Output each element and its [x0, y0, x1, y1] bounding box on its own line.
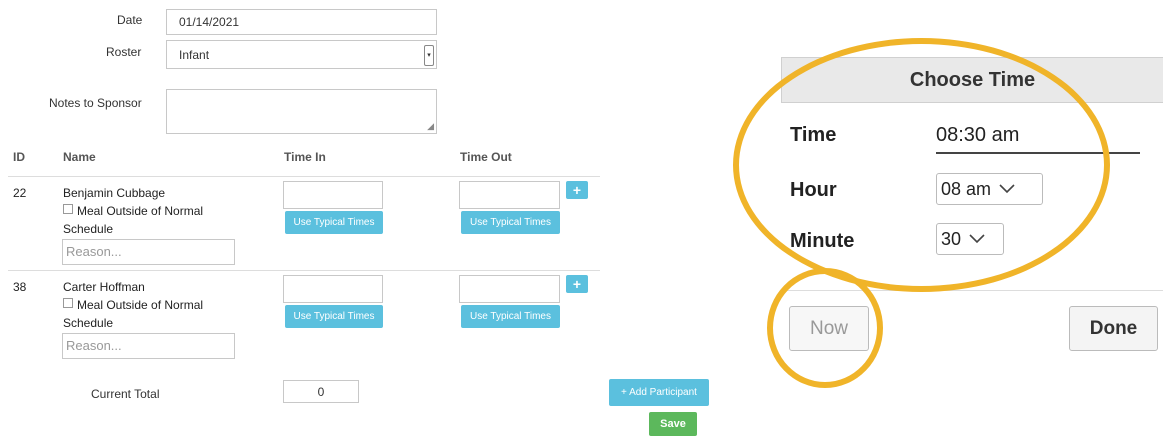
use-typical-times-out-button[interactable]: Use Typical Times: [461, 211, 560, 234]
meal-outside-label-cont: Schedule: [63, 316, 114, 330]
time-out-input[interactable]: [459, 181, 560, 209]
time-in-input[interactable]: [283, 275, 383, 303]
meal-outside-checkbox-row[interactable]: Meal Outside of Normal: [63, 298, 203, 312]
add-participant-button[interactable]: + Add Participant: [609, 379, 709, 406]
highlight-circle-time-fields: [733, 38, 1110, 292]
notes-label: Notes to Sponsor: [49, 96, 142, 110]
meal-outside-label: Meal Outside of Normal: [77, 298, 204, 312]
col-header-name: Name: [63, 150, 96, 164]
time-out-input[interactable]: [459, 275, 560, 303]
col-header-time-in: Time In: [284, 150, 326, 164]
row-id: 22: [13, 186, 27, 200]
participant-name: Carter Hoffman: [63, 280, 145, 294]
date-input[interactable]: [166, 9, 437, 35]
add-time-button[interactable]: +: [566, 181, 588, 199]
use-typical-times-out-button[interactable]: Use Typical Times: [461, 305, 560, 328]
col-header-id: ID: [13, 150, 25, 164]
participant-name: Benjamin Cubbage: [63, 186, 166, 200]
col-header-time-out: Time Out: [460, 150, 512, 164]
current-total-label: Current Total: [91, 387, 160, 401]
notes-textarea[interactable]: ◢: [166, 89, 437, 134]
table-divider: [8, 176, 600, 177]
current-total-value: 0: [283, 380, 359, 403]
roster-select[interactable]: Infant ▾: [166, 40, 437, 69]
checkbox-icon[interactable]: [63, 204, 73, 214]
resize-handle-icon[interactable]: ◢: [427, 121, 434, 132]
use-typical-times-in-button[interactable]: Use Typical Times: [285, 305, 383, 328]
row-id: 38: [13, 280, 27, 294]
meal-outside-label: Meal Outside of Normal: [77, 204, 204, 218]
meal-outside-checkbox-row[interactable]: Meal Outside of Normal: [63, 204, 203, 218]
add-time-button[interactable]: +: [566, 275, 588, 293]
reason-input[interactable]: Reason...: [62, 239, 235, 265]
roster-label: Roster: [106, 45, 142, 59]
row-divider: [8, 270, 600, 271]
reason-input[interactable]: Reason...: [62, 333, 235, 359]
done-button[interactable]: Done: [1069, 306, 1158, 351]
save-button[interactable]: Save: [649, 412, 697, 436]
meal-outside-label-cont: Schedule: [63, 222, 114, 236]
roster-value: Infant: [179, 47, 210, 62]
highlight-circle-now-button: [767, 268, 883, 388]
use-typical-times-in-button[interactable]: Use Typical Times: [285, 211, 383, 234]
checkbox-icon[interactable]: [63, 298, 73, 308]
time-in-input[interactable]: [283, 181, 383, 209]
dropdown-arrow-icon: ▾: [424, 45, 434, 66]
date-label: Date: [117, 13, 143, 27]
